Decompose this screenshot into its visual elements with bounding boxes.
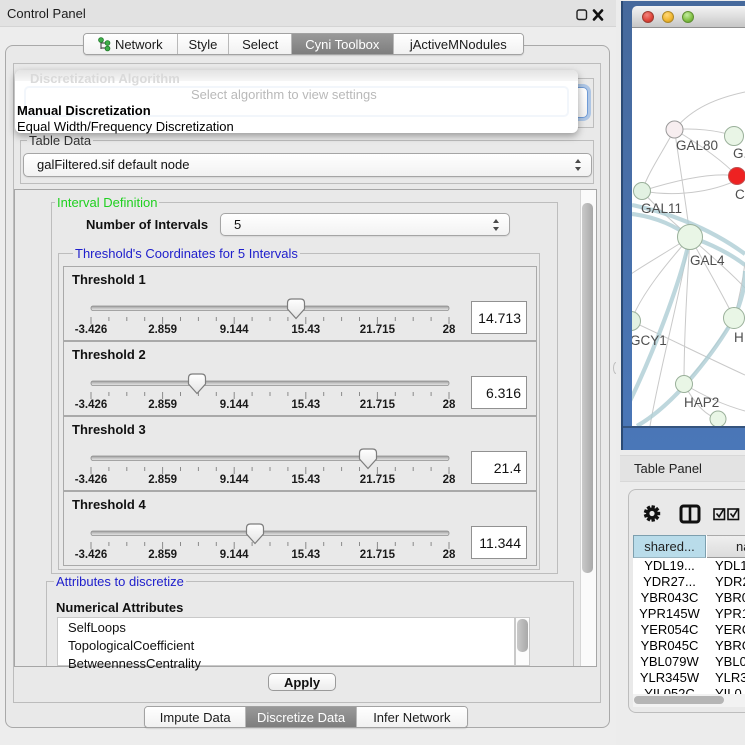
svg-text:9.144: 9.144 [220, 549, 249, 561]
svg-text:9.144: 9.144 [220, 474, 249, 486]
svg-text:21.715: 21.715 [360, 549, 396, 561]
svg-text:GAL4: GAL4 [690, 253, 725, 268]
svg-text:9.144: 9.144 [220, 324, 249, 336]
svg-text:-3.426: -3.426 [75, 324, 108, 336]
svg-text:28: 28 [443, 399, 456, 411]
svg-text:2.859: 2.859 [148, 474, 177, 486]
svg-text:9.144: 9.144 [220, 399, 249, 411]
svg-text:HAP2: HAP2 [684, 395, 719, 410]
svg-text:28: 28 [443, 324, 456, 336]
svg-text:28: 28 [443, 474, 456, 486]
svg-text:15.43: 15.43 [291, 549, 320, 561]
svg-text:C: C [735, 187, 745, 202]
svg-text:2.859: 2.859 [148, 324, 177, 336]
svg-text:21.715: 21.715 [360, 324, 396, 336]
svg-text:-3.426: -3.426 [75, 549, 108, 561]
svg-text:-3.426: -3.426 [75, 474, 108, 486]
svg-text:GCY1: GCY1 [632, 333, 667, 348]
svg-text:15.43: 15.43 [291, 399, 320, 411]
svg-text:21.715: 21.715 [360, 474, 396, 486]
svg-text:G.: G. [733, 146, 745, 161]
svg-text:15.43: 15.43 [291, 324, 320, 336]
svg-text:-3.426: -3.426 [75, 399, 108, 411]
svg-text:H: H [734, 330, 744, 345]
svg-text:2.859: 2.859 [148, 399, 177, 411]
svg-text:2.859: 2.859 [148, 549, 177, 561]
svg-text:28: 28 [443, 549, 456, 561]
svg-text:GAL80: GAL80 [676, 138, 718, 153]
svg-text:21.715: 21.715 [360, 399, 396, 411]
svg-text:GAL11: GAL11 [641, 201, 682, 216]
svg-text:15.43: 15.43 [291, 474, 320, 486]
